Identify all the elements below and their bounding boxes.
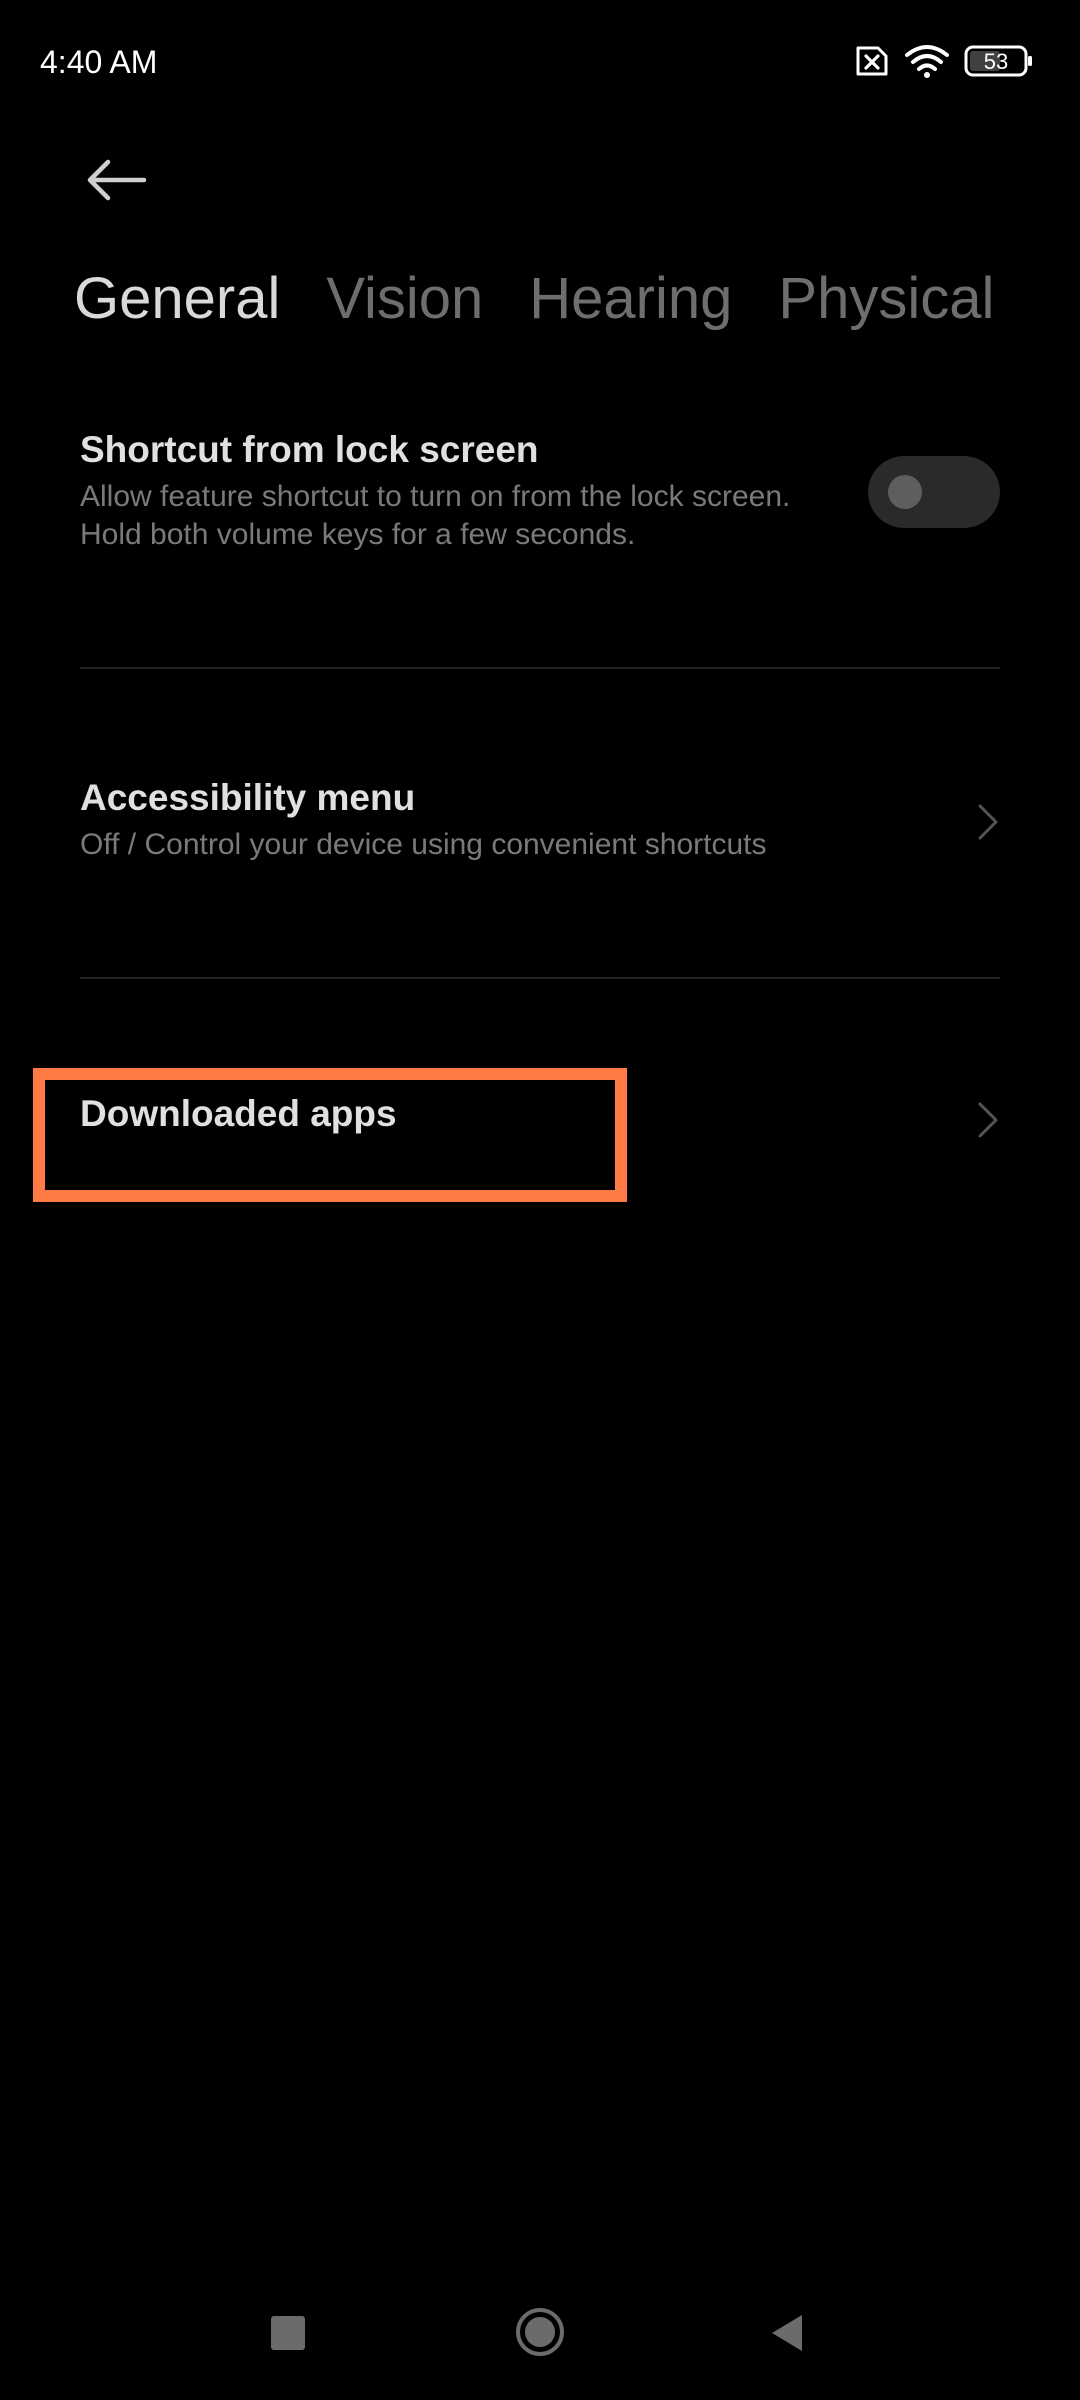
navigation-bar — [0, 2290, 1080, 2380]
sim-error-icon — [850, 45, 890, 77]
wifi-icon — [904, 44, 950, 78]
status-bar: 4:40 AM 53 — [0, 0, 1080, 130]
tab-vision[interactable]: Vision — [326, 265, 483, 332]
recents-icon[interactable] — [270, 2315, 306, 2356]
back-button[interactable] — [78, 148, 154, 216]
shortcut-lock-screen-setting[interactable]: Shortcut from lock screen Allow feature … — [80, 428, 1000, 554]
downloaded-apps-title: Downloaded apps — [80, 1093, 397, 1134]
tab-hearing[interactable]: Hearing — [529, 265, 732, 332]
divider — [80, 977, 1000, 979]
tab-general[interactable]: General — [74, 265, 280, 332]
divider — [80, 667, 1000, 669]
accessibility-menu-title: Accessibility menu — [80, 777, 416, 818]
accessibility-menu-description: Off / Control your device using convenie… — [80, 828, 767, 862]
accessibility-menu-setting[interactable]: Accessibility menu Off / Control your de… — [80, 776, 1000, 864]
category-tabs: General Vision Hearing Physical — [74, 265, 994, 332]
back-icon[interactable] — [768, 2312, 806, 2359]
shortcut-setting-description: Allow feature shortcut to turn on from t… — [80, 480, 791, 552]
downloaded-apps-setting[interactable]: Downloaded apps — [80, 1092, 1000, 1138]
battery-icon: 53 — [964, 45, 1034, 77]
battery-level: 53 — [984, 49, 1008, 74]
chevron-right-icon — [976, 1100, 1000, 1145]
status-icons: 53 — [850, 44, 1034, 78]
status-time: 4:40 AM — [40, 44, 158, 80]
tab-physical[interactable]: Physical — [778, 265, 994, 332]
shortcut-toggle[interactable] — [868, 456, 1000, 528]
home-icon[interactable] — [514, 2306, 566, 2363]
shortcut-setting-title: Shortcut from lock screen — [80, 429, 539, 470]
chevron-right-icon — [976, 802, 1000, 847]
arrow-left-icon — [84, 158, 148, 207]
toggle-knob — [888, 475, 922, 509]
